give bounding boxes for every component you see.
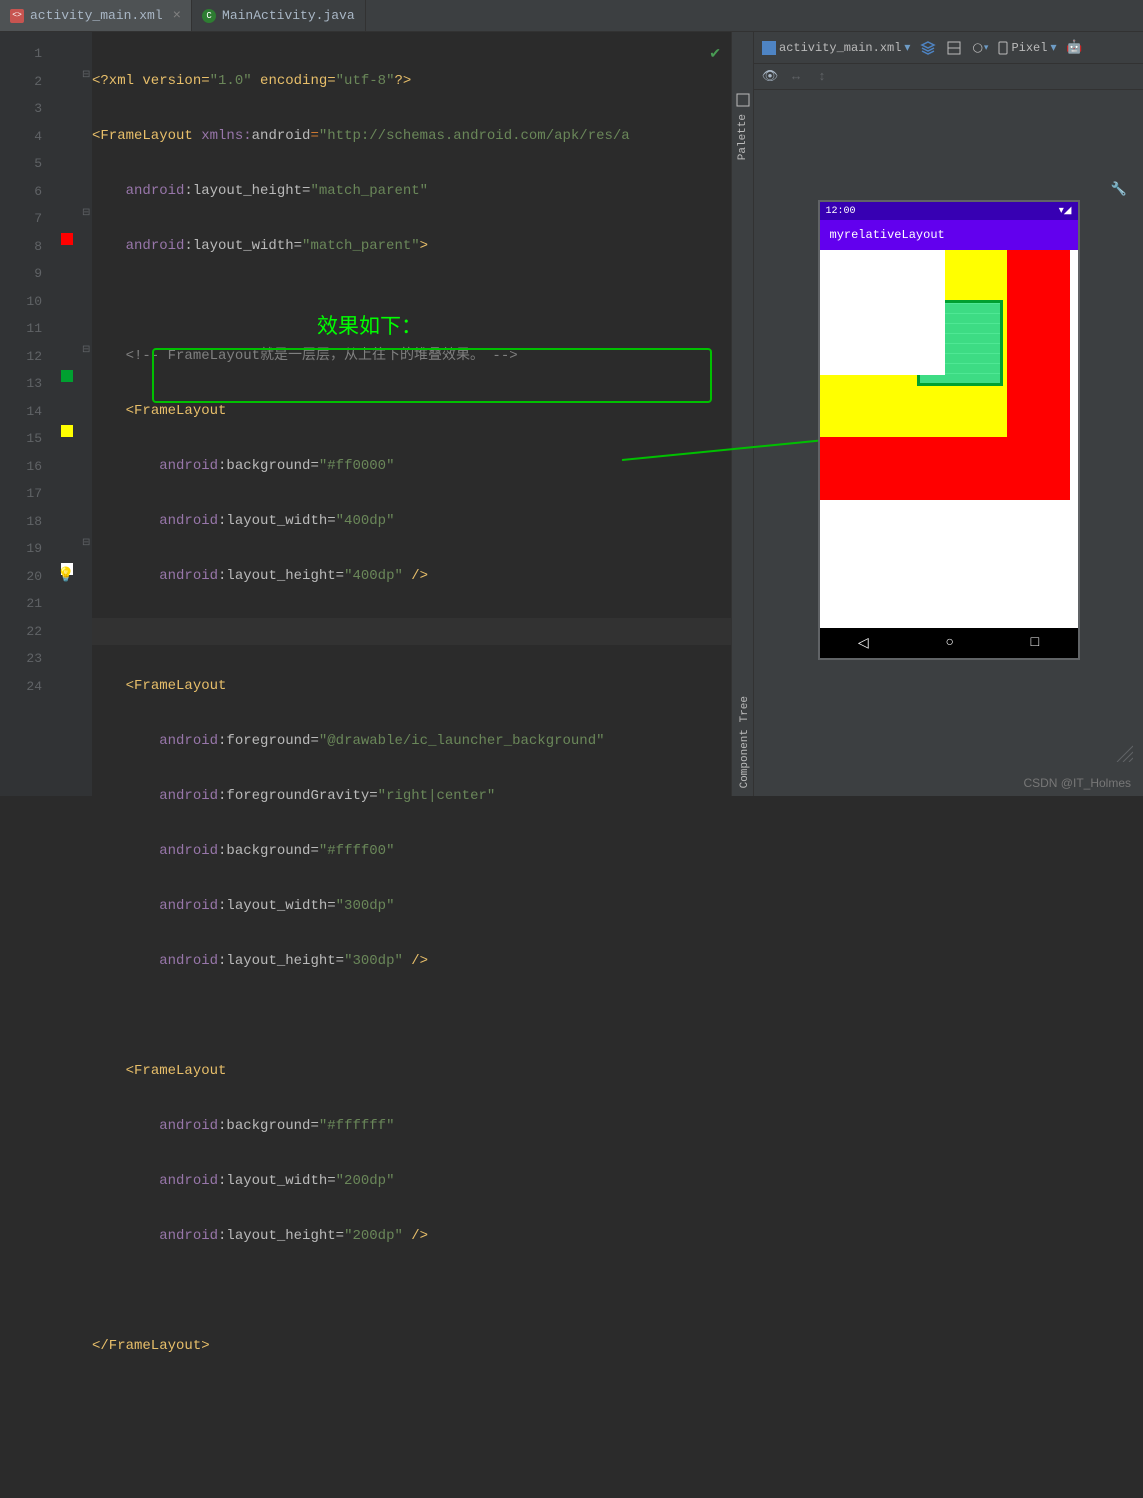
fold-icon[interactable]: ⊟: [82, 207, 90, 219]
component-tree-tab[interactable]: Component Tree: [732, 688, 754, 796]
device-appbar: myrelativeLayout: [820, 220, 1078, 250]
editor-tabs: <> activity_main.xml × C MainActivity.ja…: [0, 0, 1143, 32]
frame-layout-white: [820, 250, 945, 375]
pan-icon[interactable]: ↔: [788, 69, 804, 85]
preview-file-dropdown[interactable]: activity_main.xml▾: [762, 40, 910, 55]
wifi-icon: ▾◢: [1059, 205, 1072, 217]
color-marker-yellow: [61, 425, 73, 437]
marker-gutter: [52, 32, 82, 796]
preview-toolbar: activity_main.xml▾ ▾ Pixel▾ 🤖: [754, 32, 1143, 64]
wrench-icon[interactable]: 🔧: [1111, 182, 1127, 197]
tab-main-activity[interactable]: C MainActivity.java: [192, 0, 366, 31]
palette-sidebar[interactable]: Palette: [731, 32, 753, 796]
tab-label: activity_main.xml: [30, 8, 163, 23]
back-icon: ◁: [858, 635, 869, 652]
device-content: [820, 250, 1078, 628]
palette-icon: [735, 92, 751, 108]
zoom-icon[interactable]: ↕: [814, 69, 830, 85]
eye-icon[interactable]: 👁: [762, 69, 778, 85]
annotation-label: 效果如下：: [317, 313, 422, 341]
device-statusbar: 12:00 ▾◢: [820, 202, 1078, 220]
layers-icon[interactable]: [920, 40, 936, 56]
orientation-icon[interactable]: ▾: [972, 40, 988, 56]
main-area: 123456789101112131415161718192021222324 …: [0, 32, 1143, 796]
color-marker-green: [61, 370, 73, 382]
fold-gutter: ⊟ ⊟ ⊟ ⊟: [82, 32, 92, 796]
device-frame: 12:00 ▾◢ myrelativeLayout ◁ ○ □: [818, 200, 1080, 660]
java-file-icon: C: [202, 9, 216, 23]
device-dropdown[interactable]: Pixel▾: [998, 40, 1056, 55]
line-number-gutter: 123456789101112131415161718192021222324: [0, 32, 52, 796]
device-navbar: ◁ ○ □: [820, 628, 1078, 658]
code-content[interactable]: <?xml version="1.0" encoding="utf-8"?> <…: [92, 32, 731, 796]
close-icon[interactable]: ×: [173, 8, 181, 24]
fold-icon[interactable]: ⊟: [82, 344, 90, 356]
fold-icon[interactable]: ⊟: [82, 537, 90, 549]
tab-label: MainActivity.java: [222, 8, 355, 23]
layout-preview-panel: activity_main.xml▾ ▾ Pixel▾ 🤖 👁 ↔ ↕ 🔧 12…: [753, 32, 1143, 796]
fold-icon[interactable]: ⊟: [82, 69, 90, 81]
android-icon[interactable]: 🤖: [1067, 40, 1083, 56]
lightbulb-icon[interactable]: 💡: [57, 563, 74, 591]
tab-activity-main[interactable]: <> activity_main.xml ×: [0, 0, 192, 31]
watermark: CSDN @IT_Holmes: [1023, 776, 1131, 790]
preview-canvas[interactable]: 🔧 12:00 ▾◢ myrelativeLayout ◁: [754, 90, 1143, 796]
color-marker-red: [61, 233, 73, 245]
recents-icon: □: [1031, 635, 1039, 651]
resize-handle-icon[interactable]: [1113, 742, 1133, 766]
phone-icon: [998, 41, 1008, 55]
preview-toolbar-2: 👁 ↔ ↕: [754, 64, 1143, 90]
xml-file-icon: <>: [10, 9, 24, 23]
palette-label: Palette: [737, 114, 749, 160]
blueprint-icon[interactable]: [946, 40, 962, 56]
check-icon: ✔: [709, 42, 721, 70]
layout-file-icon: [762, 41, 776, 55]
home-icon: ○: [945, 635, 953, 651]
code-editor[interactable]: 123456789101112131415161718192021222324 …: [0, 32, 731, 796]
